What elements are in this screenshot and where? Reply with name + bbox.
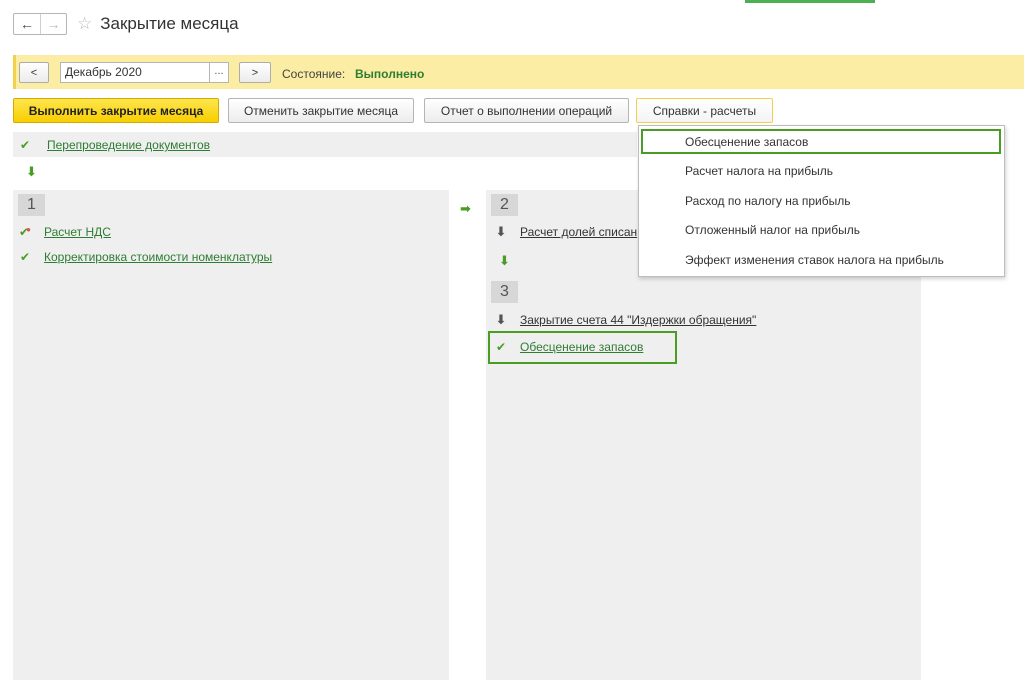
stage-3-item: ✔ Обесценение запасов — [490, 338, 643, 356]
arrow-down-icon: ⬇ — [495, 224, 507, 239]
close-account-44-link[interactable]: Закрытие счета 44 "Издержки обращения" — [520, 313, 756, 327]
period-picker-button[interactable]: ... — [209, 62, 229, 83]
flow-down-arrow-icon: ⬇ — [499, 253, 510, 268]
stage-3-item: ⬇ Закрытие счета 44 "Издержки обращения" — [490, 311, 757, 329]
references-calculations-button[interactable]: Справки - расчеты — [636, 98, 773, 123]
menu-item-inventory-impairment[interactable]: Обесценение запасов — [685, 135, 808, 149]
write-off-shares-link[interactable]: Расчет долей списан — [520, 225, 637, 239]
stage-1-number: 1 — [18, 194, 45, 216]
flow-right-arrow-icon: ➡ — [460, 201, 471, 216]
page-title: Закрытие месяца — [100, 14, 239, 33]
title-bar: ← → ☆ Закрытие месяца — [13, 10, 239, 38]
active-tab-indicator — [745, 0, 875, 3]
menu-item-profit-tax-expense[interactable]: Расход по налогу на прибыль — [685, 194, 850, 208]
stage-1-item: ✔ Корректировка стоимости номенклатуры — [14, 248, 272, 266]
state-value: Выполнено — [355, 67, 425, 81]
arrow-down-icon: ⬇ — [495, 312, 507, 327]
check-icon: ✔ — [495, 340, 507, 354]
vat-calculation-link[interactable]: Расчет НДС — [44, 225, 111, 239]
references-dropdown-menu: Обесценение запасов Расчет налога на при… — [638, 125, 1005, 277]
back-arrow-icon[interactable]: ← — [14, 14, 40, 34]
reposting-item: ✔ Перепроведение документов — [14, 136, 210, 154]
stage-3-number: 3 — [491, 281, 518, 303]
run-month-closing-button[interactable]: Выполнить закрытие месяца — [13, 98, 219, 123]
cost-adjustment-link[interactable]: Корректировка стоимости номенклатуры — [44, 250, 272, 264]
cancel-month-closing-button[interactable]: Отменить закрытие месяца — [228, 98, 414, 123]
check-warning-icon: ✔ ● — [19, 225, 31, 239]
state-label: Состояние: — [282, 67, 346, 81]
month-closing-window: ← → ☆ Закрытие месяца < Декабрь 2020 ...… — [0, 0, 1024, 680]
menu-item-deferred-profit-tax[interactable]: Отложенный налог на прибыль — [685, 223, 860, 237]
reposting-link[interactable]: Перепроведение документов — [47, 138, 210, 152]
favorite-star-icon[interactable]: ☆ — [77, 14, 92, 34]
stage-2-number: 2 — [491, 194, 518, 216]
next-period-button[interactable]: > — [239, 62, 271, 83]
menu-item-profit-tax-calculation[interactable]: Расчет налога на прибыль — [685, 164, 833, 178]
flow-down-arrow-icon: ⬇ — [26, 164, 37, 179]
stage-1-item: ✔ ● Расчет НДС — [14, 223, 111, 241]
navigation-buttons: ← → — [13, 13, 67, 35]
forward-arrow-icon[interactable]: → — [40, 14, 66, 34]
stage-2-item: ⬇ Расчет долей списан — [490, 223, 638, 241]
check-icon: ✔ — [19, 138, 31, 152]
operations-report-button[interactable]: Отчет о выполнении операций — [424, 98, 629, 123]
period-input[interactable]: Декабрь 2020 — [60, 62, 210, 83]
inventory-impairment-link[interactable]: Обесценение запасов — [520, 340, 643, 354]
check-icon: ✔ — [19, 250, 31, 264]
previous-period-button[interactable]: < — [19, 62, 49, 83]
menu-item-tax-rate-change-effect[interactable]: Эффект изменения ставок налога на прибыл… — [685, 253, 944, 267]
